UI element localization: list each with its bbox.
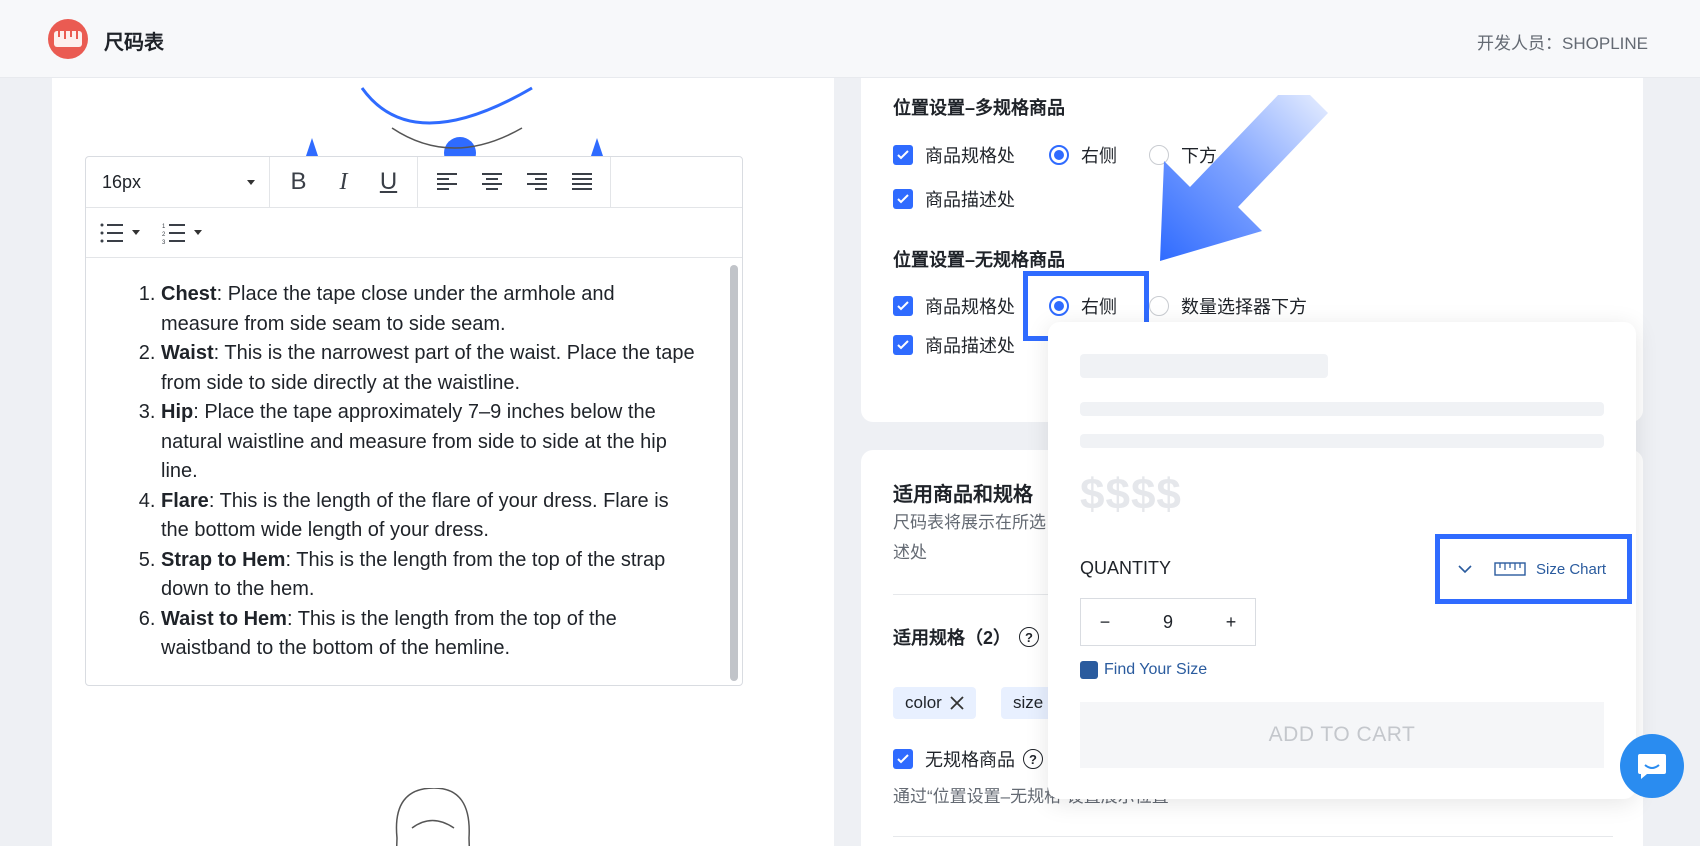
ruler-icon xyxy=(1494,562,1526,576)
checkbox-checked-icon xyxy=(893,296,913,316)
font-size-select[interactable]: 16px xyxy=(86,157,270,207)
section-title-multi: 位置设置–多规格商品 xyxy=(893,98,1066,118)
skeleton-line xyxy=(1080,434,1604,448)
editor-content[interactable]: Chest: Place the tape close under the ar… xyxy=(86,260,726,685)
font-size-value: 16px xyxy=(102,171,142,192)
no-spec-checkbox[interactable]: 无规格商品 ? xyxy=(893,746,1043,772)
skeleton-title xyxy=(1080,354,1328,378)
multi-right-radio[interactable]: 右侧 xyxy=(1049,142,1117,168)
size-guide-editor-panel: 16px B I U 1 2 3 1. Chest: Place the tap… xyxy=(52,78,834,846)
svg-text:2: 2 xyxy=(162,232,166,238)
svg-text:3: 3 xyxy=(162,240,166,244)
editor-toolbar-row-2: 1 2 3 xyxy=(86,208,742,258)
single-spec-checkbox[interactable]: 商品规格处 xyxy=(893,293,1015,319)
find-your-size-link[interactable]: Find Your Size xyxy=(1080,661,1207,679)
measurement-list: Chest: Place the tape close under the ar… xyxy=(161,280,696,664)
help-icon[interactable]: ? xyxy=(1019,627,1040,647)
numbered-list-button[interactable]: 1 2 3 xyxy=(162,222,202,244)
checkbox-checked-icon xyxy=(893,189,913,209)
list-item: Hip: Place the tape approximately 7–9 in… xyxy=(161,398,696,487)
multi-desc-checkbox[interactable]: 商品描述处 xyxy=(893,186,1015,212)
list-item: Flare: This is the length of the flare o… xyxy=(161,487,696,546)
add-to-cart-button[interactable]: ADD TO CART xyxy=(1080,702,1604,768)
list-item: Waist to Hem: This is the length from th… xyxy=(161,605,696,664)
find-size-icon xyxy=(1080,661,1098,679)
chat-support-button[interactable] xyxy=(1620,734,1684,798)
list-item: Waist: This is the narrowest part of the… xyxy=(161,339,696,398)
editor-scrollbar[interactable] xyxy=(730,265,738,681)
pointer-arrow-icon xyxy=(1160,95,1328,261)
section-title-single: 位置设置–无规格商品 xyxy=(893,250,1066,270)
skeleton-line xyxy=(1080,402,1604,416)
chevron-down-icon xyxy=(1458,565,1472,574)
radio-selected-icon xyxy=(1049,145,1069,165)
app-title: 尺码表 xyxy=(104,32,164,54)
format-group: B I U xyxy=(270,157,418,207)
body-illustration-bottom xyxy=(395,788,471,846)
italic-button[interactable]: I xyxy=(321,157,366,207)
rich-text-editor[interactable]: 16px B I U 1 2 3 1. Chest: Place the tap… xyxy=(85,156,743,686)
align-left-icon[interactable] xyxy=(424,157,469,207)
chevron-down-icon xyxy=(132,230,140,235)
align-justify-icon[interactable] xyxy=(559,157,604,207)
checkbox-checked-icon xyxy=(893,335,913,355)
chevron-down-icon xyxy=(247,179,255,185)
quantity-stepper[interactable]: − 9 + xyxy=(1080,598,1256,646)
section-title-applicable: 适用商品和规格 xyxy=(893,484,1033,506)
single-desc-checkbox[interactable]: 商品描述处 xyxy=(893,332,1015,358)
divider xyxy=(893,836,1613,837)
radio-unselected-icon xyxy=(1149,296,1169,316)
multi-spec-checkbox[interactable]: 商品规格处 xyxy=(893,142,1015,168)
applicable-description-line-2: 述处 xyxy=(893,543,927,562)
bullet-list-icon xyxy=(100,223,123,242)
underline-button[interactable]: U xyxy=(366,157,411,207)
align-group xyxy=(418,157,611,207)
align-right-icon[interactable] xyxy=(514,157,559,207)
size-chart-button[interactable]: Size Chart xyxy=(1435,534,1632,604)
chevron-down-icon xyxy=(194,230,202,235)
applicable-description-line-1: 尺码表将展示在所选 xyxy=(893,513,1046,532)
body-illustration-top xyxy=(306,86,603,168)
bullet-list-button[interactable] xyxy=(100,222,140,244)
numbered-list-icon: 1 2 3 xyxy=(162,223,185,244)
list-item: Chest: Place the tape close under the ar… xyxy=(161,280,696,339)
list-item: Strap to Hem: This is the length from th… xyxy=(161,546,696,605)
single-below-qty-radio[interactable]: 数量选择器下方 xyxy=(1149,293,1307,319)
svg-text:1: 1 xyxy=(162,224,166,230)
app-logo-icon xyxy=(48,19,88,59)
help-icon[interactable]: ? xyxy=(1023,749,1043,769)
quantity-value[interactable]: 9 xyxy=(1144,612,1192,633)
bold-button[interactable]: B xyxy=(276,157,321,207)
chat-icon xyxy=(1638,754,1666,779)
checkbox-checked-icon xyxy=(893,749,913,769)
product-price: $$$$ xyxy=(1080,470,1182,519)
specs-label-row: 适用规格（2） ? xyxy=(893,624,1040,650)
quantity-label: QUANTITY xyxy=(1080,558,1172,578)
developer-label: 开发人员：SHOPLINE xyxy=(1477,34,1648,53)
spec-tag-color: color xyxy=(893,687,976,719)
decrement-button[interactable]: − xyxy=(1081,612,1129,633)
editor-toolbar-row: 16px B I U xyxy=(86,157,742,208)
increment-button[interactable]: + xyxy=(1207,612,1255,633)
checkbox-checked-icon xyxy=(893,145,913,165)
align-center-icon[interactable] xyxy=(469,157,514,207)
top-bar: 尺码表 开发人员：SHOPLINE xyxy=(0,0,1700,78)
product-preview-popup: $$$$ QUANTITY − 9 + Find Your Size ADD T… xyxy=(1048,322,1636,799)
close-icon[interactable] xyxy=(950,696,964,710)
